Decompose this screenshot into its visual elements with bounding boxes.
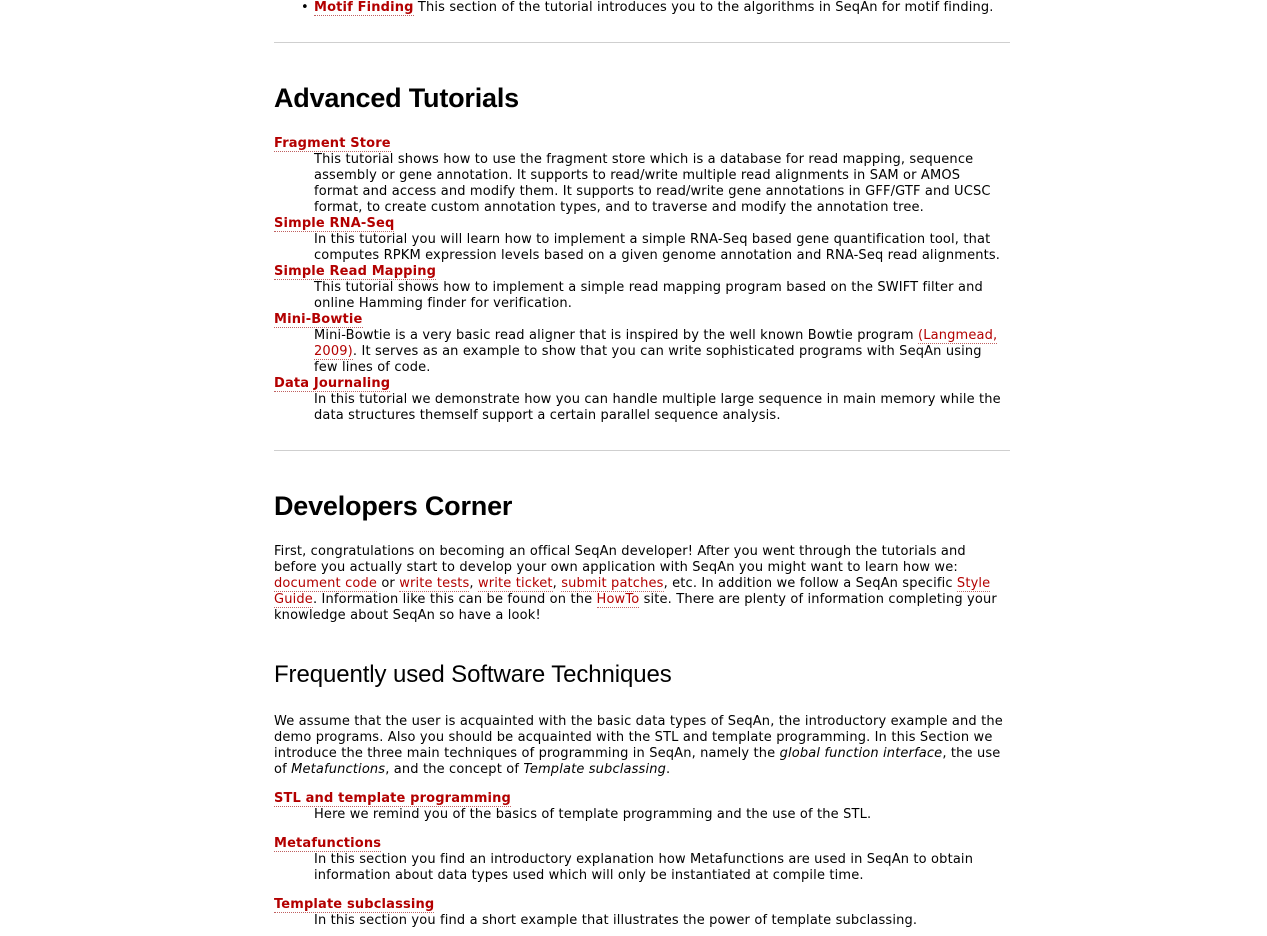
list-item-metafunctions: Metafunctions (274, 836, 1010, 852)
submit-patches-link[interactable]: submit patches (561, 576, 664, 592)
text-span: site. There are plenty of information co… (639, 592, 997, 607)
data-journaling-link[interactable]: Data Journaling (274, 376, 391, 392)
section-divider (274, 450, 1010, 451)
software-techniques-heading: Frequently used Software Techniques (274, 661, 672, 688)
text-line: knowledge about SeqAn so have a look! (274, 608, 541, 623)
style-guide-link-cont[interactable]: Guide (274, 592, 313, 608)
list-item-simple-read-mapping: Simple Read Mapping (274, 264, 1010, 280)
text-line: This tutorial shows how to use the fragm… (314, 152, 974, 167)
fragment-store-link[interactable]: Fragment Store (274, 136, 391, 152)
text-line: In this section you find a short example… (314, 913, 918, 928)
write-tests-link[interactable]: write tests (399, 576, 470, 592)
data-journaling-description: In this tutorial we demonstrate how you … (314, 392, 1010, 424)
developers-intro-paragraph: First, congratulations on becoming an of… (274, 544, 1010, 624)
text-span: , and the concept of (385, 762, 524, 777)
howto-link[interactable]: HowTo (596, 592, 640, 608)
text-line: We assume that the user is acquainted wi… (274, 714, 1003, 729)
text-span: of (274, 762, 292, 777)
text-line: data structures themself support a certa… (314, 408, 781, 423)
list-item-stl-template: STL and template programming (274, 791, 1010, 807)
emphasis-text: Metafunctions (291, 762, 386, 777)
developers-corner-heading: Developers Corner (274, 491, 513, 521)
simple-read-mapping-link[interactable]: Simple Read Mapping (274, 264, 437, 280)
text-line: Mini-Bowtie is a very basic read aligner… (314, 328, 1010, 344)
text-line: computes RPKM expression levels based on… (314, 248, 1001, 263)
text-line: In this section you find an introductory… (314, 852, 974, 867)
text-span: . (666, 762, 671, 777)
techniques-list: STL and template programming Here we rem… (274, 791, 1010, 929)
text-line: before you actually start to develop you… (274, 560, 958, 575)
write-ticket-link[interactable]: write ticket (478, 576, 553, 592)
list-item-motif-finding: • Motif Finding This section of the tuto… (274, 0, 1010, 16)
techniques-intro-paragraph: We assume that the user is acquainted wi… (274, 714, 1010, 778)
text-line: In this tutorial we demonstrate how you … (314, 392, 1001, 407)
text-span: or (377, 576, 400, 591)
stl-template-description: Here we remind you of the basics of temp… (314, 807, 1010, 823)
simple-read-mapping-description: This tutorial shows how to implement a s… (314, 280, 1010, 312)
style-guide-link[interactable]: Style (956, 576, 991, 592)
mini-bowtie-link[interactable]: Mini-Bowtie (274, 312, 363, 328)
list-item-data-journaling: Data Journaling (274, 376, 1010, 392)
text-span: , (552, 576, 562, 591)
list-item-simple-rna-seq: Simple RNA-Seq (274, 216, 1010, 232)
text-line: Guide. Information like this can be foun… (274, 592, 1010, 608)
text-span: . It serves as an example to show that y… (352, 344, 982, 359)
template-subclassing-description: In this section you find a short example… (314, 913, 1010, 929)
text-line: format and access and modify them. It su… (314, 184, 991, 199)
template-subclassing-link[interactable]: Template subclassing (274, 897, 435, 913)
tutorial-list: • Motif Finding This section of the tuto… (274, 0, 1010, 16)
text-line: format, to create custom annotation type… (314, 200, 924, 215)
text-span: introduce the three main techniques of p… (274, 746, 780, 761)
text-span: , the use (942, 746, 1001, 761)
text-span: , etc. In addition we follow a SeqAn spe… (663, 576, 957, 591)
advanced-tutorials-list: Fragment Store This tutorial shows how t… (274, 136, 1010, 424)
langmead-citation-link[interactable]: (Langmead, (918, 328, 998, 344)
text-line: demo programs. Also you should be acquai… (274, 730, 993, 745)
metafunctions-link[interactable]: Metafunctions (274, 836, 382, 852)
emphasis-text: Template subclassing (523, 762, 667, 777)
text-line: assembly or gene annotation. It supports… (314, 168, 961, 183)
motif-finding-description: This section of the tutorial introduces … (413, 0, 994, 15)
simple-rna-seq-description: In this tutorial you will learn how to i… (314, 232, 1010, 264)
section-divider (274, 42, 1010, 43)
text-line: of Metafunctions, and the concept of Tem… (274, 762, 1010, 778)
text-span: Mini-Bowtie is a very basic read aligner… (314, 328, 919, 343)
list-item-fragment-store: Fragment Store (274, 136, 1010, 152)
text-line: introduce the three main techniques of p… (274, 746, 1010, 762)
text-span: . Information like this can be found on … (312, 592, 597, 607)
list-item-mini-bowtie: Mini-Bowtie (274, 312, 1010, 328)
advanced-tutorials-heading: Advanced Tutorials (274, 83, 519, 113)
emphasis-text: global function interface (779, 746, 943, 761)
simple-rna-seq-link[interactable]: Simple RNA-Seq (274, 216, 395, 232)
text-line: Here we remind you of the basics of temp… (314, 807, 872, 822)
langmead-citation-link-cont[interactable]: 2009) (314, 344, 353, 360)
text-line: online Hamming finder for verification. (314, 296, 573, 311)
document-code-link[interactable]: document code (274, 576, 378, 592)
text-line: information about data types used which … (314, 868, 864, 883)
text-line: few lines of code. (314, 360, 431, 375)
metafunctions-description: In this section you find an introductory… (314, 852, 1010, 884)
text-span: , (469, 576, 478, 591)
text-line: 2009). It serves as an example to show t… (314, 344, 1010, 360)
mini-bowtie-description: Mini-Bowtie is a very basic read aligner… (314, 328, 1010, 376)
bullet-icon: • (301, 0, 309, 15)
text-line: document code or write tests, write tick… (274, 576, 1010, 592)
motif-finding-link[interactable]: Motif Finding (314, 0, 414, 16)
text-line: First, congratulations on becoming an of… (274, 544, 966, 559)
text-line: This tutorial shows how to implement a s… (314, 280, 983, 295)
fragment-store-description: This tutorial shows how to use the fragm… (314, 152, 1010, 216)
stl-template-link[interactable]: STL and template programming (274, 791, 512, 807)
text-line: In this tutorial you will learn how to i… (314, 232, 991, 247)
list-item-template-subclassing: Template subclassing (274, 897, 1010, 913)
